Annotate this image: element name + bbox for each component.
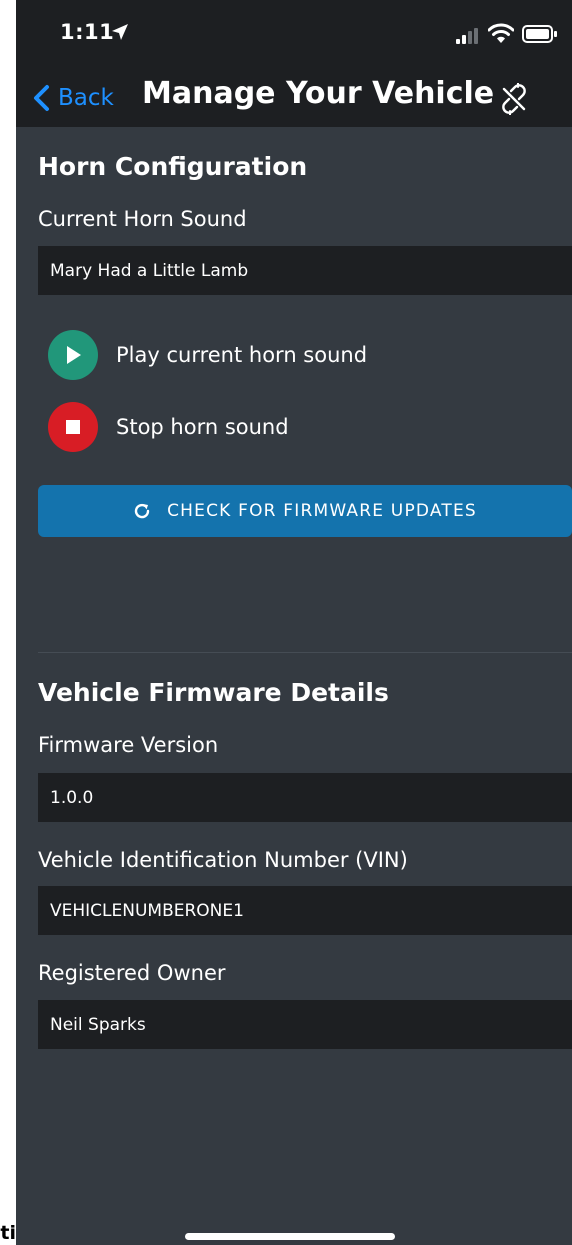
signal-icon	[456, 28, 478, 44]
play-horn-label: Play current horn sound	[116, 343, 368, 367]
play-icon	[48, 330, 98, 380]
cropped-edge-text: ti	[0, 1222, 16, 1244]
firmware-section-title: Vehicle Firmware Details	[38, 678, 389, 707]
stop-horn-button[interactable]: Stop horn sound	[48, 401, 289, 453]
refresh-icon	[134, 503, 150, 519]
owner-value: Neil Sparks	[38, 1000, 572, 1049]
firmware-version-label: Firmware Version	[38, 733, 219, 757]
phone-screen: 1:11 Back Manage Your Vehicle Horn Confi…	[16, 0, 572, 1245]
battery-icon	[522, 25, 557, 43]
status-time: 1:11	[60, 20, 115, 44]
owner-label: Registered Owner	[38, 961, 226, 985]
back-button[interactable]: Back	[32, 80, 114, 116]
chevron-left-icon	[34, 85, 49, 111]
current-horn-value[interactable]: Mary Had a Little Lamb	[38, 246, 572, 295]
vin-value: VEHICLENUMBERONE1	[38, 886, 572, 935]
horn-section-title: Horn Configuration	[38, 152, 308, 181]
wifi-icon	[488, 23, 514, 43]
section-divider	[38, 652, 572, 653]
location-arrow-icon	[112, 24, 128, 40]
unlink-icon[interactable]	[498, 83, 530, 115]
play-horn-button[interactable]: Play current horn sound	[48, 329, 367, 381]
page-title: Manage Your Vehicle	[142, 76, 495, 111]
back-label: Back	[58, 85, 114, 111]
stop-horn-label: Stop horn sound	[116, 415, 289, 439]
firmware-version-value: 1.0.0	[38, 773, 572, 822]
current-horn-label: Current Horn Sound	[38, 207, 247, 231]
check-firmware-updates-label: CHECK FOR FIRMWARE UPDATES	[167, 501, 477, 521]
vin-label: Vehicle Identification Number (VIN)	[38, 848, 408, 872]
home-indicator	[185, 1233, 395, 1240]
check-firmware-updates-button[interactable]: CHECK FOR FIRMWARE UPDATES	[38, 485, 572, 537]
stop-icon	[48, 402, 98, 452]
navigation-bar: Back Manage Your Vehicle	[16, 70, 572, 127]
status-bar: 1:11	[16, 0, 572, 70]
